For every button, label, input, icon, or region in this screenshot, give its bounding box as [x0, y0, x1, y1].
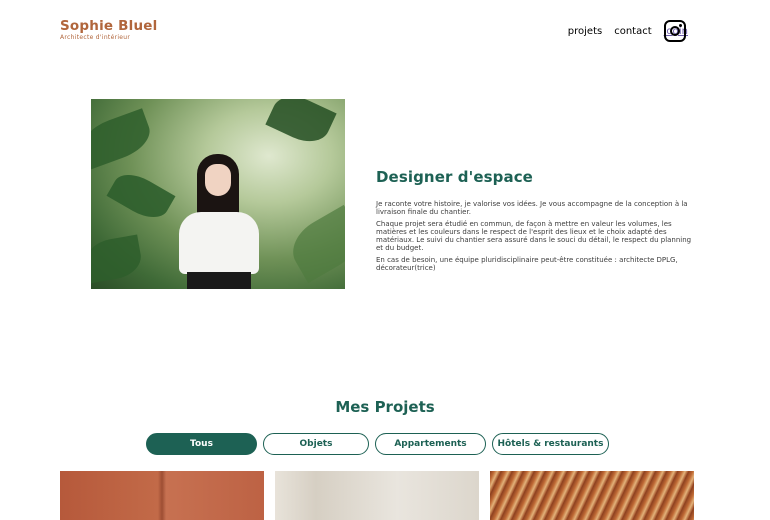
project-thumbnail[interactable]: [60, 471, 264, 520]
logo[interactable]: Sophie Bluel Architecte d'intérieur: [60, 19, 157, 41]
intro-paragraph: En cas de besoin, une équipe pluridiscip…: [376, 256, 678, 272]
introduction: Designer d'espace Je raconte votre histo…: [376, 168, 696, 276]
logo-name: Sophie Bluel: [60, 18, 158, 34]
projects-title: Mes Projets: [335, 398, 435, 416]
foliage-decoration: [283, 204, 345, 284]
filter-button-appartements[interactable]: Appartements: [375, 433, 486, 455]
intro-paragraph: Chaque projet sera étudié en commun, de …: [376, 220, 692, 252]
intro-paragraph: Je raconte votre histoire, je valorise v…: [376, 200, 688, 216]
project-thumbnail[interactable]: [275, 471, 479, 520]
project-thumbnail[interactable]: [490, 471, 694, 520]
foliage-decoration: [91, 108, 156, 170]
logo-subtitle: Architecte d'intérieur: [60, 34, 131, 41]
instagram-icon[interactable]: [664, 20, 686, 42]
foliage-decoration: [106, 166, 176, 226]
project-gallery: [60, 471, 694, 520]
filter-bar: Tous Objets Appartements Hôtels & restau…: [146, 433, 609, 455]
nav-contact-link[interactable]: contact: [614, 26, 651, 37]
filter-button-objets[interactable]: Objets: [263, 433, 369, 455]
nav-projets-link[interactable]: projets: [568, 26, 602, 37]
site-header: Sophie Bluel Architecte d'intérieur proj…: [0, 0, 770, 60]
person-figure: [179, 154, 259, 289]
foliage-decoration: [265, 99, 337, 150]
foliage-decoration: [91, 234, 145, 284]
intro-title: Designer d'espace: [376, 168, 533, 186]
profile-photo: [91, 99, 345, 289]
filter-button-hotels-restaurants[interactable]: Hôtels & restaurants: [492, 433, 609, 455]
filter-button-tous[interactable]: Tous: [146, 433, 257, 455]
